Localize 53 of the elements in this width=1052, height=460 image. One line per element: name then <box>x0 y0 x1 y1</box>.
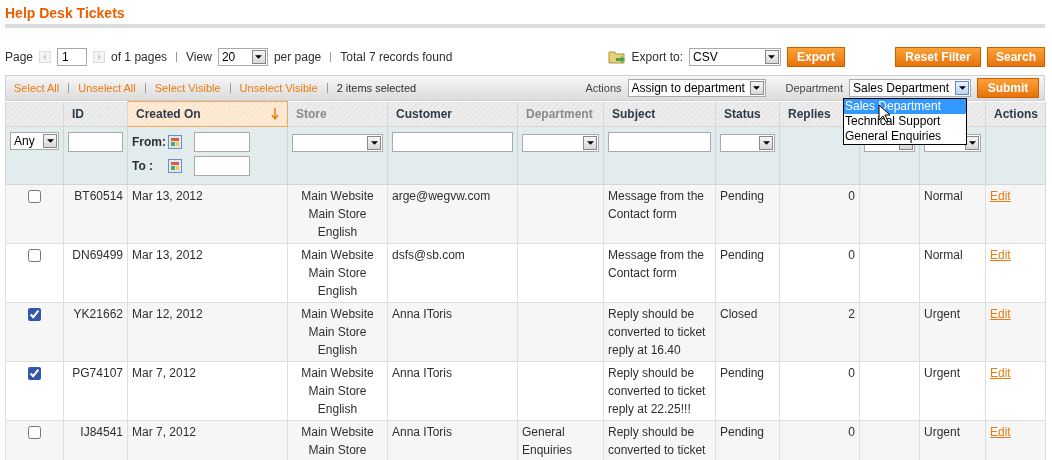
table-cell: Urgent <box>924 425 961 439</box>
table-cell: 0 <box>848 248 855 262</box>
table-cell: Normal <box>924 248 963 262</box>
table-cell: BT60514 <box>74 189 123 203</box>
table-cell: Pending <box>720 248 765 262</box>
table-cell: IJ84541 <box>80 425 123 439</box>
per-page-label: per page <box>273 50 322 64</box>
page-title: Help Desk Tickets <box>5 0 1045 28</box>
table-cell: Main Website Main Store English <box>301 189 374 239</box>
table-cell: Mar 13, 2012 <box>132 189 203 203</box>
table-cell: Normal <box>924 189 963 203</box>
table-cell: PG74107 <box>72 366 123 380</box>
page-label: Page <box>5 50 34 64</box>
table-cell: Message from the Contact form <box>608 189 705 221</box>
view-label: View <box>186 50 212 64</box>
export-label: Export to: <box>631 50 683 64</box>
table-cell: Message from the Contact form <box>608 248 705 280</box>
table-cell: Anna IToris <box>392 366 453 380</box>
department-label: Department <box>785 82 843 94</box>
table-cell: Reply should be converted to ticket reply at 22.25!!! <box>608 366 706 416</box>
table-cell: Closed <box>720 307 758 321</box>
actions-label: Actions <box>585 82 622 94</box>
table-cell: Mar 13, 2012 <box>132 248 203 262</box>
table-cell: DN69499 <box>72 248 123 262</box>
table-cell: YK21662 <box>73 307 123 321</box>
table-cell: Reply should be converted to ticket reply at 16.40 <box>608 307 706 357</box>
table-cell: Main Website Main Store <box>301 425 374 457</box>
table-cell: 0 <box>848 425 855 439</box>
table-cell: General Enquiries <box>522 425 573 457</box>
records-count: Total 7 records found <box>340 50 453 64</box>
table-cell: Mar 7, 2012 <box>132 425 197 439</box>
table-cell: Mar 7, 2012 <box>132 366 197 380</box>
table-cell: Main Website Main Store English <box>301 366 374 416</box>
table-cell: arge@wegvw.com <box>392 189 491 203</box>
table-cell: Reply should be converted to ticket <box>608 425 706 457</box>
to-label: To : <box>132 159 155 173</box>
table-cell: Pending <box>720 425 765 439</box>
selected-count: 2 items selected <box>336 82 417 94</box>
table-cell: 0 <box>848 366 855 380</box>
table-cell: Pending <box>720 189 765 203</box>
table-cell: Main Website Main Store English <box>301 248 374 298</box>
table-cell: Urgent <box>924 307 961 321</box>
table-cell: Urgent <box>924 366 961 380</box>
table-cell: 2 <box>848 307 855 321</box>
table-cell: Anna IToris <box>392 425 453 439</box>
page-count: of 1 pages <box>111 50 168 64</box>
table-cell: dsfs@sb.com <box>392 248 465 262</box>
table-cell: 0 <box>848 189 855 203</box>
table-cell: Main Website Main Store English <box>301 307 374 357</box>
from-label: From: <box>132 135 167 149</box>
table-cell: Mar 12, 2012 <box>132 307 203 321</box>
table-cell: Anna IToris <box>392 307 453 321</box>
table-cell: Pending <box>720 366 765 380</box>
